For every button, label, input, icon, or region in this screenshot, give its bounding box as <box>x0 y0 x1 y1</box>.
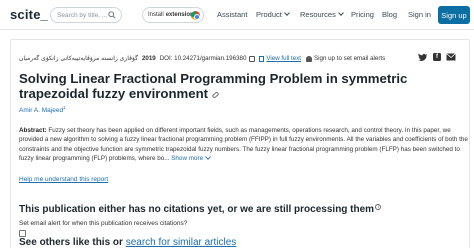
install-extension-button[interactable]: Install extension! <box>142 7 204 23</box>
abstract-text: Fuzzy set theory has been applied on dif… <box>19 127 468 163</box>
show-more-link[interactable]: Show more <box>171 155 211 162</box>
chevron-down-icon <box>205 156 211 161</box>
author-name: Amir A. Majeed <box>19 107 64 115</box>
abstract-label: Abstract: <box>19 127 47 134</box>
paper-card: گۆڤاری زانستە مرۆڤایەتییەکانی زانکۆی گەر… <box>10 39 470 248</box>
share-icons: f <box>418 53 456 61</box>
link-icon[interactable] <box>211 90 220 99</box>
help-understand-link[interactable]: Help me understand this report <box>19 176 108 183</box>
sign-up-button[interactable]: Sign up <box>438 6 470 24</box>
chevron-down-icon <box>284 10 290 16</box>
bell-icon <box>306 55 313 62</box>
nav-blog[interactable]: Blog <box>382 10 397 19</box>
paper-meta-row: گۆڤاری زانستە مرۆڤایەتییەکانی زانکۆی گەر… <box>19 55 385 62</box>
nav-resources-label: Resources <box>300 10 336 19</box>
chevron-down-icon <box>338 10 344 16</box>
search-icon[interactable] <box>108 11 116 19</box>
nav-resources[interactable]: Resources <box>300 10 344 19</box>
info-icon[interactable]: i <box>375 204 382 210</box>
citation-alert-label: Set email alert for when this publicatio… <box>19 220 188 227</box>
see-others-heading: See others like this or search for simil… <box>19 237 236 248</box>
nav-sign-in[interactable]: Sign in <box>408 10 431 19</box>
nav-blog-label: Blog <box>382 10 398 19</box>
nav-product[interactable]: Product <box>256 10 290 19</box>
citation-alert-prompt: Set email alert for when this publicatio… <box>19 220 187 227</box>
search-placeholder: Search by title, ... <box>57 11 108 19</box>
scite-logo[interactable]: scite_ <box>10 7 48 22</box>
sign-up-label: Sign up <box>441 10 467 20</box>
nav-assistant[interactable]: Assistant <box>217 10 247 19</box>
nav-product-label: Product <box>256 10 282 19</box>
journal-name[interactable]: گۆڤاری زانستە مرۆڤایەتییەکانی زانکۆی گەر… <box>19 55 138 62</box>
abstract: Abstract: Fuzzy set theory has been appl… <box>19 126 471 164</box>
author-link[interactable]: Amir A. Majeed1 <box>19 105 66 114</box>
search-input[interactable]: Search by title, ... <box>50 7 122 23</box>
show-more-label: Show more <box>171 155 204 163</box>
see-others-text: See others like this or <box>19 237 126 248</box>
email-icon[interactable] <box>446 53 456 61</box>
twitter-icon[interactable] <box>418 53 427 61</box>
no-citations-heading: This publication either has no citations… <box>19 204 382 215</box>
no-citations-text: This publication either has no citations… <box>19 204 375 215</box>
paper-title: Solving Linear Fractional Programming Pr… <box>19 71 459 101</box>
author-affiliation-sup: 1 <box>63 105 66 110</box>
nav-pricing-label: Pricing <box>351 10 374 19</box>
install-label: Install <box>148 12 164 18</box>
chrome-icon <box>191 11 200 20</box>
view-full-text-label: View full text <box>266 55 302 62</box>
document-icon <box>259 55 265 62</box>
view-full-text-link[interactable]: View full text <box>259 55 301 62</box>
search-similar-link[interactable]: search for similar articles <box>126 237 237 248</box>
citation-alert-checkbox[interactable] <box>19 230 26 237</box>
email-alerts-label: Sign up to set email alerts <box>314 55 386 62</box>
nav-pricing[interactable]: Pricing <box>351 10 374 19</box>
email-alerts-link[interactable]: Sign up to set email alerts <box>306 55 385 62</box>
copy-icon[interactable] <box>249 55 256 62</box>
publication-year: 2019 <box>141 55 156 62</box>
nav-sign-in-label: Sign in <box>408 10 431 19</box>
facebook-icon[interactable]: f <box>433 53 441 61</box>
top-navigation-bar: scite_ Search by title, ... Install exte… <box>0 0 474 30</box>
doi-text: DOI: 10.24271/garmian.196380 <box>159 55 247 62</box>
nav-assistant-label: Assistant <box>217 10 248 19</box>
